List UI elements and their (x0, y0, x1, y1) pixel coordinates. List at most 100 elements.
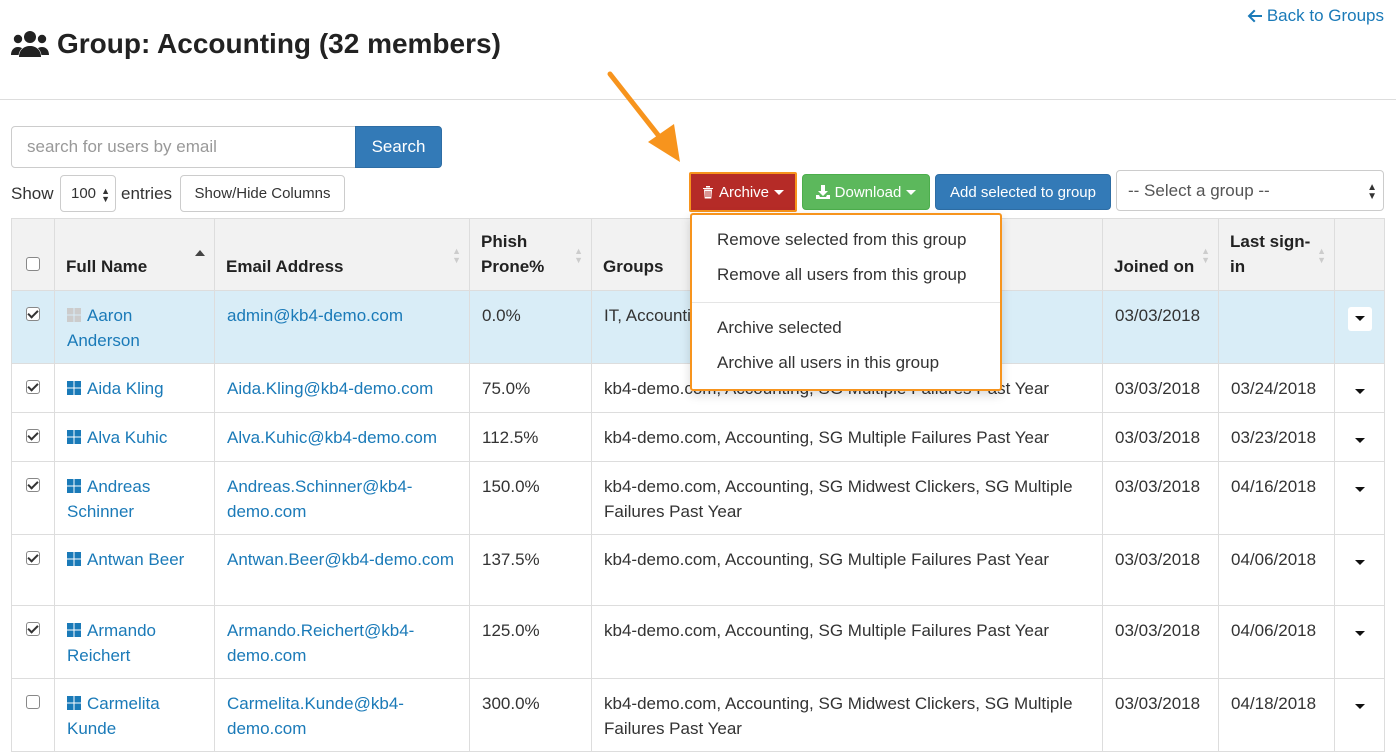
row-actions-dropdown[interactable] (1347, 694, 1372, 719)
row-checkbox[interactable] (26, 380, 40, 394)
col-full-name[interactable]: Full Name (54, 218, 215, 291)
user-email-link[interactable]: Armando.Reichert@kb4-demo.com (227, 621, 414, 665)
annotation-arrow-icon (607, 71, 680, 162)
table-row[interactable]: Andreas Schinner Andreas.Schinner@kb4-dem… (11, 461, 1385, 535)
row-actions-dropdown[interactable] (1347, 306, 1372, 331)
cell-groups: kb4-demo.com, Accounting, SG Multiple Fa… (591, 412, 1103, 462)
cell-phish-prone: 300.0% (469, 678, 592, 752)
windows-icon (67, 552, 81, 566)
cell-last-signin (1218, 290, 1335, 364)
col-email[interactable]: Email Address ▲ ▼ (214, 218, 470, 291)
group-select[interactable]: -- Select a group -- ▲ ▼ (1116, 170, 1384, 211)
row-checkbox[interactable] (26, 695, 40, 709)
row-actions-dropdown[interactable] (1347, 550, 1372, 575)
user-name-link[interactable]: Antwan Beer (87, 550, 184, 569)
sort-icon: ▲ ▼ (452, 246, 461, 265)
user-email-link[interactable]: Antwan.Beer@kb4-demo.com (227, 550, 454, 569)
col-phish-prone[interactable]: Phish Prone% ▲ ▼ (469, 218, 592, 291)
cell-email: Armando.Reichert@kb4-demo.com (214, 605, 470, 679)
cell-actions (1334, 290, 1385, 364)
cell-phish-prone: 137.5% (469, 534, 592, 606)
entries-value: 100 (71, 185, 97, 202)
row-checkbox[interactable] (26, 622, 40, 636)
caret-down-icon (1354, 487, 1365, 492)
caret-down-icon (1354, 438, 1365, 443)
cell-email: admin@kb4-demo.com (214, 290, 470, 364)
col-email-label: Email Address (226, 257, 344, 276)
trash-icon (702, 186, 713, 199)
row-select-cell (11, 534, 55, 606)
download-icon (815, 185, 830, 199)
cell-email: Antwan.Beer@kb4-demo.com (214, 534, 470, 606)
select-all-checkbox[interactable] (26, 257, 40, 271)
back-to-groups-link[interactable]: Back to Groups (1247, 6, 1384, 26)
menu-remove-all[interactable]: Remove all users from this group (692, 259, 1000, 294)
menu-archive-selected[interactable]: Archive selected (692, 312, 1000, 347)
row-actions-dropdown[interactable] (1347, 428, 1372, 453)
col-joined-on[interactable]: Joined on ▲ ▼ (1102, 218, 1219, 291)
page-title: Group: Accounting (32 members) (11, 28, 501, 60)
cell-actions (1334, 412, 1385, 462)
row-checkbox[interactable] (26, 307, 40, 321)
row-select-cell (11, 412, 55, 462)
cell-joined-on: 03/03/2018 (1102, 290, 1219, 364)
table-row[interactable]: Carmelita Kunde Carmelita.Kunde@kb4-demo.… (11, 678, 1385, 752)
archive-dropdown-menu: Remove selected from this group Remove a… (690, 213, 1002, 391)
user-name-link[interactable]: Aida Kling (87, 379, 164, 398)
show-hide-columns-button[interactable]: Show/Hide Columns (180, 175, 345, 212)
cell-joined-on: 03/03/2018 (1102, 412, 1219, 462)
download-button[interactable]: Download (802, 174, 930, 210)
cell-joined-on: 03/03/2018 (1102, 363, 1219, 413)
cell-last-signin: 04/16/2018 (1218, 461, 1335, 535)
user-email-link[interactable]: Andreas.Schinner@kb4-demo.com (227, 477, 412, 521)
cell-joined-on: 03/03/2018 (1102, 461, 1219, 535)
row-select-cell (11, 461, 55, 535)
table-row[interactable]: Armando Reichert Armando.Reichert@kb4-dem… (11, 605, 1385, 679)
arrow-left-icon (1247, 9, 1262, 23)
entries-per-page-select[interactable]: 100 ▲ ▼ (60, 175, 116, 212)
table-row[interactable]: Antwan Beer Antwan.Beer@kb4-demo.com 137.5… (11, 534, 1385, 606)
row-checkbox[interactable] (26, 478, 40, 492)
cell-phish-prone: 0.0% (469, 290, 592, 364)
row-actions-dropdown[interactable] (1347, 477, 1372, 502)
cell-actions (1334, 534, 1385, 606)
select-updown-icon: ▲ ▼ (101, 186, 110, 204)
windows-icon (67, 623, 81, 637)
header-divider (0, 99, 1396, 100)
add-selected-to-group-button[interactable]: Add selected to group (935, 174, 1111, 210)
cell-phish-prone: 125.0% (469, 605, 592, 679)
cell-actions (1334, 461, 1385, 535)
user-email-link[interactable]: Alva.Kuhic@kb4-demo.com (227, 428, 437, 447)
user-email-link[interactable]: Carmelita.Kunde@kb4-demo.com (227, 694, 404, 738)
search-button[interactable]: Search (355, 126, 442, 168)
cell-phish-prone: 112.5% (469, 412, 592, 462)
col-phish-label: Phish Prone% (481, 232, 545, 276)
cell-email: Alva.Kuhic@kb4-demo.com (214, 412, 470, 462)
download-label: Download (834, 183, 902, 201)
windows-icon (67, 479, 81, 493)
row-select-cell (11, 605, 55, 679)
row-select-cell (11, 290, 55, 364)
menu-archive-all[interactable]: Archive all users in this group (692, 347, 1000, 382)
cell-last-signin: 04/18/2018 (1218, 678, 1335, 752)
archive-button[interactable]: Archive (689, 172, 797, 212)
col-actions (1334, 218, 1385, 291)
caret-down-icon (774, 189, 785, 195)
menu-remove-selected[interactable]: Remove selected from this group (692, 224, 1000, 259)
archive-label: Archive (718, 183, 770, 201)
row-checkbox[interactable] (26, 429, 40, 443)
table-row[interactable]: Alva Kuhic Alva.Kuhic@kb4-demo.com 112.5% k… (11, 412, 1385, 462)
user-email-link[interactable]: admin@kb4-demo.com (227, 306, 403, 325)
row-select-cell (11, 363, 55, 413)
menu-divider (692, 302, 1000, 303)
row-actions-dropdown[interactable] (1347, 379, 1372, 404)
select-all-cell (11, 218, 55, 291)
row-checkbox[interactable] (26, 551, 40, 565)
user-email-link[interactable]: Aida.Kling@kb4-demo.com (227, 379, 433, 398)
col-joined-label: Joined on (1114, 257, 1195, 276)
col-last-signin[interactable]: Last sign-in ▲ ▼ (1218, 218, 1335, 291)
user-name-link[interactable]: Alva Kuhic (87, 428, 167, 447)
row-actions-dropdown[interactable] (1347, 621, 1372, 646)
cell-full-name: Andreas Schinner (54, 461, 215, 535)
search-input[interactable] (11, 126, 356, 168)
